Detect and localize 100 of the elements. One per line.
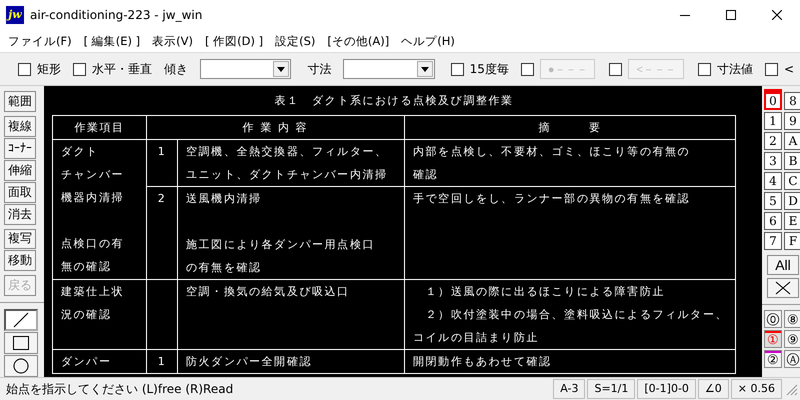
layer-button[interactable]: 1 [764,112,782,130]
field-label: 寸法 [307,60,332,78]
cell-text: ユニット、ダクトチャンバー内清掃 [186,167,389,183]
cell-text: 機器内清掃 [61,190,125,206]
dropdown[interactable] [343,59,435,79]
checkbox-label[interactable]: < [784,62,794,76]
menu-item[interactable]: ファイル(F) [4,34,80,48]
draw-tool-button[interactable] [4,309,38,332]
all-layers-button[interactable]: All [767,255,799,275]
app-icon: jw [6,6,24,24]
layer-group-button[interactable]: ⓪ [764,310,782,328]
cell-text: 点検口の有 [61,236,125,252]
line-tool-icon [13,312,29,328]
layer-group-button[interactable]: ② [764,350,782,368]
layer-button[interactable]: 3 [764,152,782,170]
table-title: 表１ ダクト系における点検及び調整作業 [273,93,515,109]
tool-button[interactable]: ｺｰﾅｰ [4,138,36,159]
tool-button[interactable]: 移動 [4,250,36,272]
step-number: 1 [156,144,168,160]
status-field: S=1/1 [587,379,636,399]
cell-text: の有無を確認 [186,260,263,276]
cell-text: 施工図により各ダンパー用点検口 [186,237,376,253]
minimize-icon[interactable] [680,14,690,16]
caret-icon [420,66,429,72]
checkbox-label[interactable]: 寸法値 [716,60,753,78]
column-header: 作業項目 [74,121,125,134]
tool-button[interactable]: 複線 [4,116,36,137]
checkbox[interactable] [450,62,464,76]
layer-button[interactable]: 5 [764,192,782,210]
step-number: 1 [156,354,168,370]
layer-button[interactable]: 2 [764,132,782,150]
caret-icon [277,66,286,72]
cell-text: ダンパー [61,354,112,370]
cell-text: 確認 [413,167,440,183]
menu-item[interactable]: ヘルプ(H) [397,34,463,48]
cell-text: ダクト [61,144,100,160]
cell-text: コイルの目詰まり防止 [413,330,540,346]
layer-button[interactable]: 9 [784,112,800,130]
menu-item[interactable]: [その他(A)] [323,34,398,48]
cell-text: チャンバー [61,167,125,183]
layer-button[interactable]: E [784,212,800,230]
layer-button[interactable]: 8 [784,92,800,110]
maximize-icon[interactable] [726,10,736,20]
checkbox[interactable] [18,62,31,76]
cell-text: １）送風の際に出るほこりによる障害防止 [424,284,666,300]
circle-tool-icon [13,358,29,374]
column-header: 作 業 内 容 [242,121,308,134]
menu-item[interactable]: [ 作図(D) ] [200,34,272,48]
tool-button[interactable]: 消去 [4,204,36,225]
layer-button[interactable]: D [784,192,800,210]
cell-text: 況の確認 [61,307,112,323]
cell-text: 建築仕上状 [61,284,125,300]
layer-group-button[interactable]: Ⓐ [784,350,800,368]
layer-button[interactable]: C [784,172,800,190]
cell-text: 内部を点検し、不要材、ゴミ、ほこり等の有無の [413,144,692,160]
status-field: [0-1]0-0 [637,379,696,399]
window-title: air-conditioning-223 - jw_win [30,8,204,22]
layer-button[interactable]: 6 [764,212,782,230]
menu-item[interactable]: 表示(V) [148,34,201,48]
draw-tool-button[interactable] [4,355,38,378]
layer-button[interactable]: 4 [764,172,782,190]
checkbox[interactable] [73,62,86,76]
layer-button[interactable]: 7 [764,232,782,250]
field-label: 傾き [164,60,188,78]
status-field: × 0.56 [730,379,782,399]
checkbox-label[interactable]: 矩形 [37,60,61,78]
tool-button[interactable]: 伸縮 [4,160,36,181]
checkbox-label[interactable]: 15度毎 [470,60,509,78]
column-header: 摘 要 [538,121,602,134]
cell-text: 無の確認 [61,259,112,275]
menu-item[interactable]: 設定(S) [271,34,324,48]
checkbox-label[interactable]: 水平・垂直 [92,60,152,78]
tool-button[interactable]: 面取 [4,182,36,203]
checkbox[interactable] [698,62,711,76]
step-number: 2 [156,191,168,207]
close-icon[interactable] [772,10,782,20]
layer-button[interactable]: B [784,152,800,170]
cell-text: 防火ダンパー全開確認 [186,354,313,370]
layer-group-button[interactable]: ⑧ [784,310,800,328]
cell-text: 開閉動作もあわせて確認 [413,354,553,370]
layer-group-button[interactable]: ⑨ [784,330,800,348]
layer-button[interactable]: A [784,132,800,150]
cell-text: 空調機、全熱交換器、フィルター、 [186,144,389,160]
cell-text: 送風機内清掃 [186,191,263,207]
layer-button[interactable]: F [784,232,800,250]
tool-button[interactable]: 複写 [4,228,36,250]
status-field: A-3 [553,379,586,399]
checkbox[interactable] [764,62,778,76]
status-message: 始点を指示してください (L)free (R)Read [5,380,234,398]
menu-item[interactable]: [ 編集(E) ] [80,34,148,48]
resize-grip-icon[interactable] [784,382,798,396]
cell-text: 空調・換気の給気及び吸込口 [186,284,351,300]
layer-button[interactable]: 0 [764,92,782,110]
close-layers-button[interactable] [767,278,799,298]
draw-tool-button[interactable] [4,332,38,354]
dropdown[interactable] [200,59,292,79]
tool-button[interactable]: 範囲 [4,91,36,112]
rectangle-tool-icon [13,336,29,350]
cell-text: 手で空回しをし、ランナー部の異物の有無を確認 [413,191,692,207]
cell-text: ２）吹付塗装中の場合、塗料吸込によるフィルター、 [424,307,730,323]
